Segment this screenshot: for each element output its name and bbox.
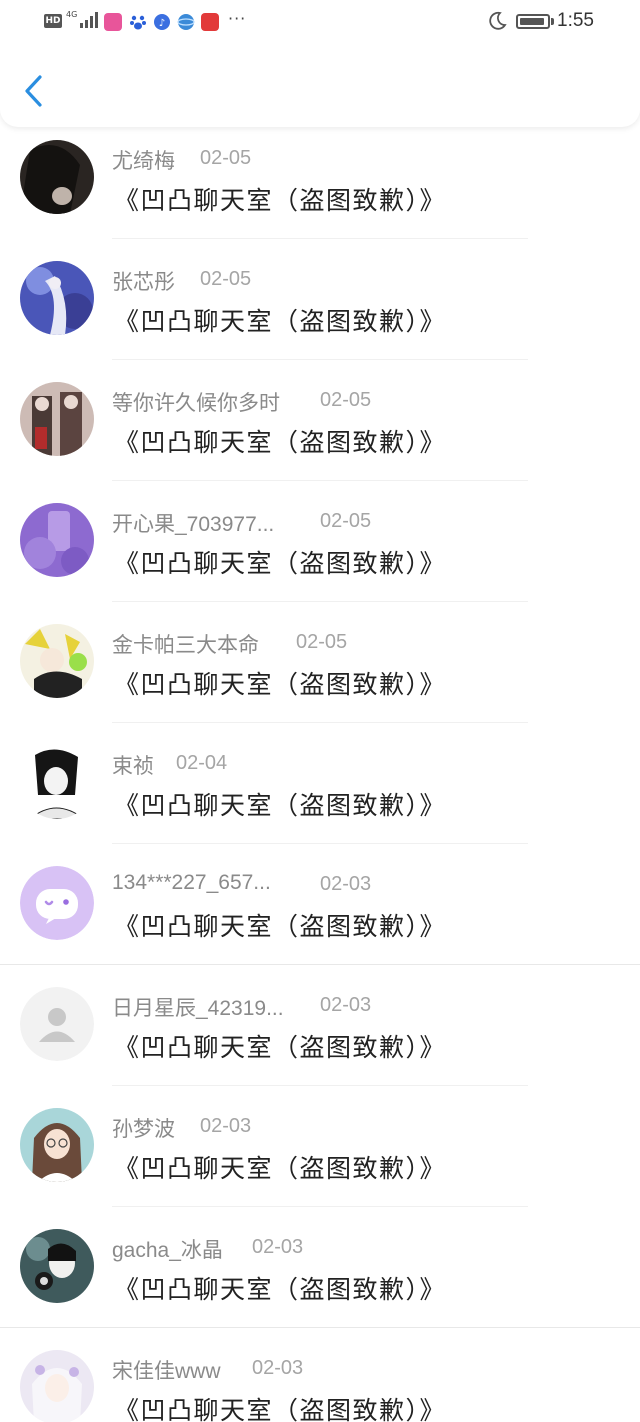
post-date: 02-03	[320, 994, 372, 1016]
post-date: 02-03	[252, 1357, 304, 1379]
post-date: 02-05	[200, 268, 252, 290]
battery-icon	[516, 14, 550, 29]
clock: 1:55	[557, 10, 594, 31]
user-name[interactable]: 金卡帕三大本命	[112, 629, 259, 659]
item-meta: 134***227_657... 02-03	[112, 871, 371, 899]
moon-icon	[489, 11, 507, 30]
avatar[interactable]	[20, 1108, 94, 1182]
divider	[0, 1327, 640, 1328]
item-title[interactable]: 《凹凸聊天室（盗图致歉）》	[114, 907, 446, 943]
item-meta: 金卡帕三大本命 02-05	[112, 629, 347, 659]
item-meta: 等你许久候你多时 02-05	[112, 387, 371, 417]
list-item[interactable]: 张芯彤 02-05 《凹凸聊天室（盗图致歉）》	[0, 248, 640, 369]
user-name[interactable]: gacha_冰晶	[112, 1234, 223, 1264]
user-name[interactable]: 束祯	[112, 750, 154, 780]
divider	[112, 601, 528, 602]
list-item[interactable]: 开心果_703977... 02-05 《凹凸聊天室（盗图致歉）》	[0, 490, 640, 611]
user-name[interactable]: 等你许久候你多时	[112, 387, 280, 417]
post-date: 02-05	[296, 631, 348, 653]
user-name[interactable]: 尤绮梅	[112, 145, 175, 175]
user-name[interactable]: 张芯彤	[112, 266, 175, 296]
status-bar: HD 4G ♪ ··· 1:55	[0, 8, 640, 38]
post-date: 02-05	[200, 147, 252, 169]
avatar[interactable]	[20, 382, 94, 456]
user-name[interactable]: 宋佳佳www	[112, 1355, 221, 1385]
top-bar: HD 4G ♪ ··· 1:55	[0, 0, 640, 127]
list-item[interactable]: 孙梦波 02-03 《凹凸聊天室（盗图致歉）》	[0, 1095, 640, 1216]
item-meta: 尤绮梅 02-05	[112, 145, 251, 175]
user-name[interactable]: 日月星辰_42319...	[112, 992, 284, 1022]
back-button[interactable]	[18, 70, 52, 112]
avatar[interactable]	[20, 140, 94, 214]
red-app-icon	[201, 13, 219, 31]
list-item[interactable]: gacha_冰晶 02-03 《凹凸聊天室（盗图致歉）》	[0, 1216, 640, 1337]
avatar[interactable]	[20, 624, 94, 698]
item-meta: 日月星辰_42319... 02-03	[112, 992, 371, 1022]
list-item[interactable]: 束祯 02-04 《凹凸聊天室（盗图致歉）》	[0, 732, 640, 853]
hd-badge: HD	[44, 14, 62, 28]
post-date: 02-04	[176, 752, 228, 774]
user-name[interactable]: 开心果_703977...	[112, 508, 274, 538]
divider	[112, 1085, 528, 1086]
user-list: 尤绮梅 02-05 《凹凸聊天室（盗图致歉）》 张芯彤 02-05 《凹凸聊天室…	[0, 127, 640, 1422]
list-item[interactable]: 宋佳佳www 02-03 《凹凸聊天室（盗图致歉）》	[0, 1337, 640, 1422]
list-item[interactable]: 134***227_657... 02-03 《凹凸聊天室（盗图致歉）》	[0, 853, 640, 974]
svg-text:♪: ♪	[159, 18, 165, 29]
item-title[interactable]: 《凹凸聊天室（盗图致歉）》	[114, 1270, 446, 1306]
avatar[interactable]	[20, 1350, 94, 1422]
baidu-paw-icon	[130, 15, 146, 30]
item-title[interactable]: 《凹凸聊天室（盗图致歉）》	[114, 665, 446, 701]
avatar[interactable]	[20, 745, 94, 819]
item-meta: 开心果_703977... 02-05	[112, 508, 371, 538]
item-title[interactable]: 《凹凸聊天室（盗图致歉）》	[114, 786, 446, 822]
post-date: 02-03	[200, 1115, 252, 1137]
divider	[112, 238, 528, 239]
divider	[112, 722, 528, 723]
avatar[interactable]	[20, 1229, 94, 1303]
network-type-label: 4G	[66, 10, 78, 19]
item-title[interactable]: 《凹凸聊天室（盗图致歉）》	[114, 544, 446, 580]
user-name[interactable]: 孙梦波	[112, 1113, 175, 1143]
list-item[interactable]: 尤绮梅 02-05 《凹凸聊天室（盗图致歉）》	[0, 127, 640, 248]
item-title[interactable]: 《凹凸聊天室（盗图致歉）》	[114, 423, 446, 459]
item-title[interactable]: 《凹凸聊天室（盗图致歉）》	[114, 1391, 446, 1422]
item-meta: 孙梦波 02-03	[112, 1113, 251, 1143]
music-app-icon: ♪	[154, 14, 170, 30]
divider	[112, 480, 528, 481]
browser-app-icon	[177, 14, 195, 30]
signal-icon	[80, 12, 98, 28]
divider	[0, 964, 640, 965]
divider	[112, 1206, 528, 1207]
item-meta: gacha_冰晶 02-03	[112, 1234, 303, 1264]
item-title[interactable]: 《凹凸聊天室（盗图致歉）》	[114, 1149, 446, 1185]
divider	[112, 359, 528, 360]
item-meta: 张芯彤 02-05	[112, 266, 251, 296]
post-date: 02-05	[320, 510, 372, 532]
default-avatar[interactable]	[20, 987, 94, 1061]
item-meta: 束祯 02-04	[112, 750, 227, 780]
battery-level	[520, 18, 544, 25]
battery-tip	[551, 18, 554, 25]
post-date: 02-03	[252, 1236, 304, 1258]
list-item[interactable]: 等你许久候你多时 02-05 《凹凸聊天室（盗图致歉）》	[0, 369, 640, 490]
user-name[interactable]: 134***227_657...	[112, 871, 271, 895]
post-date: 02-05	[320, 389, 372, 411]
item-title[interactable]: 《凹凸聊天室（盗图致歉）》	[114, 302, 446, 338]
bilibili-app-icon	[104, 13, 122, 31]
more-notifications-icon: ···	[228, 9, 247, 28]
item-title[interactable]: 《凹凸聊天室（盗图致歉）》	[114, 1028, 446, 1064]
item-title[interactable]: 《凹凸聊天室（盗图致歉）》	[114, 181, 446, 217]
list-item[interactable]: 日月星辰_42319... 02-03 《凹凸聊天室（盗图致歉）》	[0, 974, 640, 1095]
post-date: 02-03	[320, 873, 372, 895]
item-meta: 宋佳佳www 02-03	[112, 1355, 303, 1385]
divider	[112, 843, 528, 844]
avatar[interactable]	[20, 866, 94, 940]
avatar[interactable]	[20, 503, 94, 577]
list-item[interactable]: 金卡帕三大本命 02-05 《凹凸聊天室（盗图致歉）》	[0, 611, 640, 732]
avatar[interactable]	[20, 261, 94, 335]
